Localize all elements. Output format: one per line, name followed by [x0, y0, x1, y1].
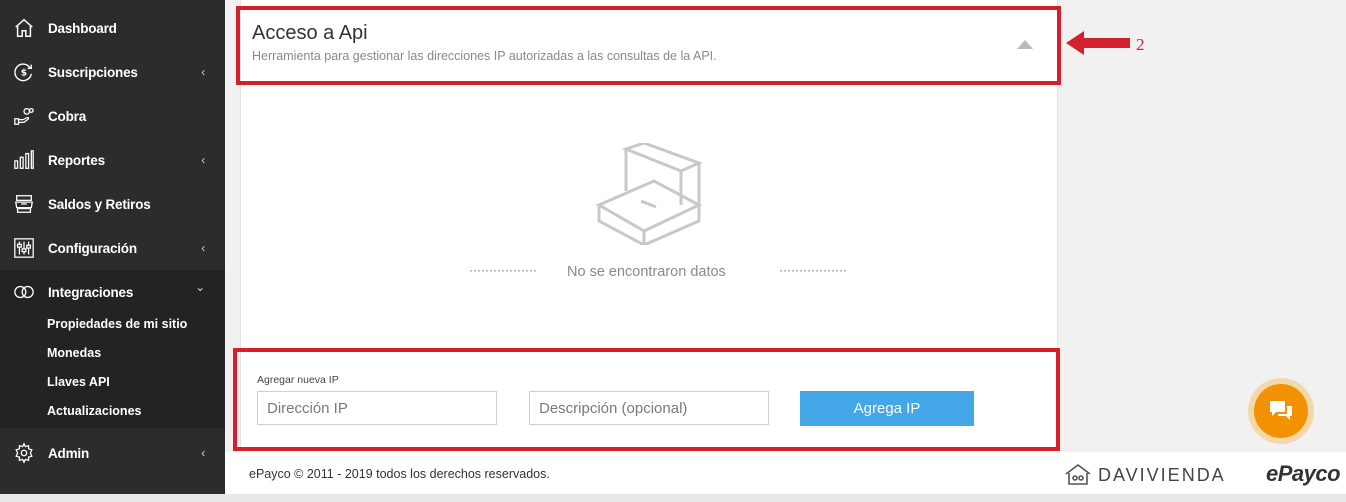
chevron-left-icon: ‹: [201, 65, 205, 79]
sidebar-item-label: Configuración: [48, 240, 137, 256]
bar-chart-icon: [12, 148, 36, 172]
sidebar-item-dashboard[interactable]: Dashboard: [0, 6, 225, 50]
footer-copyright: ePayco © 2011 - 2019 todos los derechos …: [249, 467, 550, 481]
bottom-strip: [0, 494, 1346, 502]
sidebar-item-label: Dashboard: [48, 20, 117, 36]
submenu-item-llaves-api[interactable]: Llaves API: [47, 375, 110, 389]
hand-coin-icon: [12, 104, 36, 128]
sidebar: Dashboard $ Suscripciones ‹ Cobra Report…: [0, 0, 225, 494]
chevron-left-icon: ‹: [201, 241, 205, 255]
sidebar-item-label: Integraciones: [48, 284, 134, 300]
sidebar-item-suscripciones[interactable]: $ Suscripciones ‹: [0, 50, 225, 94]
sidebar-item-label: Admin: [48, 445, 89, 461]
chat-bubbles-icon: [1270, 401, 1292, 420]
sidebar-item-label: Cobra: [48, 108, 87, 124]
annotation-highlight-header: [236, 6, 1061, 85]
davivienda-logo: DAVIVIENDA: [1064, 460, 1264, 490]
cog-icon: [12, 441, 36, 465]
sidebar-item-reportes[interactable]: Reportes ‹: [0, 138, 225, 182]
empty-state-text: No se encontraron datos: [567, 264, 726, 280]
sidebar-item-configuracion[interactable]: Configuración ‹: [0, 226, 225, 270]
partner-name: DAVIVIENDA: [1098, 464, 1226, 485]
submenu-item-propiedades[interactable]: Propiedades de mi sitio: [47, 317, 187, 331]
sidebar-item-admin[interactable]: Admin ‹: [0, 431, 225, 475]
rings-icon: [12, 280, 36, 304]
epayco-logo: ePayco: [1266, 461, 1341, 486]
cash-register-icon: [12, 192, 36, 216]
annotation-number: 2: [1136, 35, 1145, 54]
sidebar-item-label: Suscripciones: [48, 64, 138, 80]
chevron-down-icon: ⌄: [195, 279, 205, 294]
submenu-item-monedas[interactable]: Monedas: [47, 346, 101, 360]
integraciones-submenu: Propiedades de mi sitio Monedas Llaves A…: [0, 310, 225, 428]
sidebar-item-integraciones[interactable]: Integraciones ⌄: [0, 270, 225, 314]
dollar-circle-icon: $: [12, 60, 36, 84]
sidebar-item-label: Saldos y Retiros: [48, 196, 151, 212]
annotation-highlight-form: [233, 348, 1060, 451]
chevron-left-icon: ‹: [201, 446, 205, 460]
empty-dots-left: ·················: [469, 263, 537, 277]
submenu-item-actualizaciones[interactable]: Actualizaciones: [47, 404, 141, 418]
sidebar-item-cobra[interactable]: Cobra: [0, 94, 225, 138]
annotation-arrow-icon: [1066, 31, 1130, 55]
empty-dots-right: ·················: [779, 263, 847, 277]
svg-text:$: $: [21, 68, 27, 79]
house-logo-icon: [1065, 464, 1091, 485]
chevron-left-icon: ‹: [201, 153, 205, 167]
home-icon: [12, 16, 36, 40]
empty-box-icon: [596, 143, 702, 245]
sidebar-item-saldos[interactable]: Saldos y Retiros: [0, 182, 225, 226]
sidebar-item-label: Reportes: [48, 152, 105, 168]
chat-button[interactable]: [1248, 378, 1314, 444]
sliders-icon: [12, 236, 36, 260]
